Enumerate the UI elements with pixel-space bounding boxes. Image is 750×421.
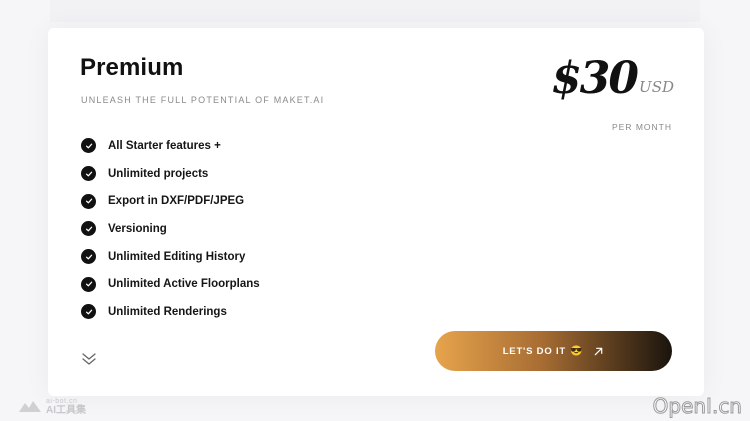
sunglasses-emoji-icon: 😎 (570, 345, 584, 357)
feature-label: All Starter features + (108, 139, 221, 152)
arrow-up-right-icon (593, 346, 604, 357)
cta-label: LET'S DO IT (502, 345, 567, 357)
watermark-ai-bot: ai-bot.cn AI工具集 (18, 397, 86, 416)
feature-item: Export in DXF/PDF/JPEG (81, 187, 260, 215)
check-circle-icon (81, 276, 96, 292)
price: $30 USD (551, 54, 674, 104)
pricing-card-premium: Premium UNLEASH THE FULL POTENTIAL OF MA… (48, 28, 704, 396)
feature-item: Versioning (81, 215, 260, 243)
feature-item: Unlimited Editing History (81, 243, 260, 271)
price-currency: USD (639, 78, 674, 96)
plan-title: Premium (80, 54, 184, 81)
feature-label: Unlimited Renderings (108, 305, 227, 318)
price-amount: $30 (551, 53, 639, 104)
watermark-openi: OpenI.cn (652, 394, 742, 419)
plan-subtitle: UNLEASH THE FULL POTENTIAL OF MAKET.AI (81, 95, 325, 105)
feature-item: All Starter features + (81, 132, 260, 160)
check-circle-icon (81, 193, 96, 209)
mountain-logo-icon (19, 401, 41, 412)
price-period: PER MONTH (612, 122, 672, 132)
page: Premium UNLEASH THE FULL POTENTIAL OF MA… (0, 0, 750, 421)
feature-label: Unlimited Active Floorplans (108, 278, 260, 291)
check-circle-icon (81, 249, 96, 265)
check-circle-icon (81, 221, 96, 237)
feature-label: Versioning (108, 222, 167, 235)
lets-do-it-button[interactable]: LET'S DO IT 😎 (435, 331, 672, 371)
double-chevron-down-icon (82, 353, 96, 365)
previous-card-edge (50, 0, 700, 22)
feature-item: Unlimited projects (81, 160, 260, 188)
check-circle-icon (81, 304, 96, 320)
expand-features-button[interactable] (80, 350, 98, 368)
check-circle-icon (81, 138, 96, 154)
feature-label: Unlimited projects (108, 167, 209, 180)
watermark-big-text: AI工具集 (46, 405, 86, 416)
feature-item: Unlimited Active Floorplans (81, 270, 260, 298)
feature-list: All Starter features + Unlimited project… (81, 132, 260, 326)
feature-item: Unlimited Renderings (81, 298, 260, 326)
feature-label: Unlimited Editing History (108, 250, 246, 263)
check-circle-icon (81, 166, 96, 182)
feature-label: Export in DXF/PDF/JPEG (108, 195, 245, 208)
